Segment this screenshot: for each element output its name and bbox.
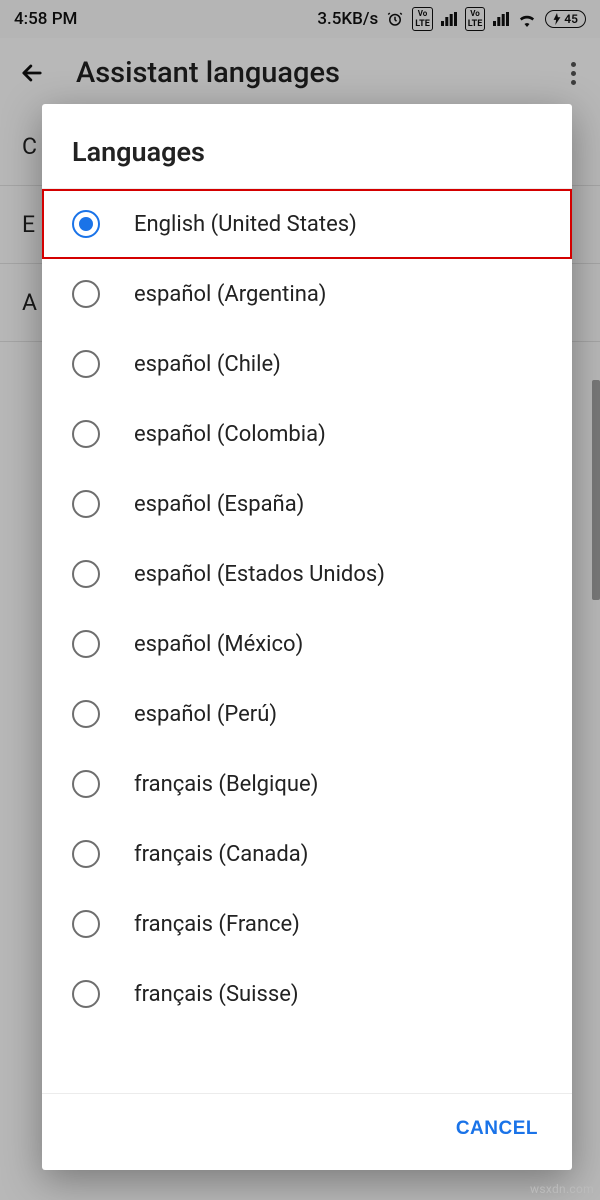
language-option-label: français (France): [134, 912, 300, 937]
language-option-label: español (Perú): [134, 702, 277, 727]
language-option-label: español (Colombia): [134, 422, 326, 447]
language-option[interactable]: español (Colombia): [42, 399, 572, 469]
language-option-label: español (Argentina): [134, 282, 326, 307]
language-option[interactable]: español (España): [42, 469, 572, 539]
watermark: wsxdn.com: [530, 1182, 594, 1196]
language-option-label: español (Estados Unidos): [134, 562, 385, 587]
radio-icon[interactable]: [72, 840, 100, 868]
language-option-label: français (Belgique): [134, 772, 318, 797]
language-option-label: English (United States): [134, 212, 357, 237]
language-option-label: français (Canada): [134, 842, 308, 867]
language-list[interactable]: English (United States) español (Argentin…: [42, 189, 572, 1093]
language-option[interactable]: español (Argentina): [42, 259, 572, 329]
language-option[interactable]: español (Estados Unidos): [42, 539, 572, 609]
language-option[interactable]: español (Perú): [42, 679, 572, 749]
radio-icon[interactable]: [72, 350, 100, 378]
radio-icon[interactable]: [72, 910, 100, 938]
language-option[interactable]: français (France): [42, 889, 572, 959]
radio-icon[interactable]: [72, 700, 100, 728]
language-option[interactable]: français (Suisse): [42, 959, 572, 1029]
radio-icon[interactable]: [72, 770, 100, 798]
scrollbar-thumb[interactable]: [592, 380, 600, 600]
language-option[interactable]: français (Canada): [42, 819, 572, 889]
radio-icon[interactable]: [72, 560, 100, 588]
languages-dialog: Languages English (United States) español…: [42, 104, 572, 1170]
language-option-label: español (México): [134, 632, 303, 657]
language-option-label: español (España): [134, 492, 304, 517]
language-option-label: français (Suisse): [134, 982, 299, 1007]
radio-icon[interactable]: [72, 210, 100, 238]
language-option[interactable]: español (México): [42, 609, 572, 679]
cancel-button[interactable]: CANCEL: [450, 1110, 544, 1148]
language-option[interactable]: français (Belgique): [42, 749, 572, 819]
dialog-footer: CANCEL: [42, 1094, 572, 1170]
radio-icon[interactable]: [72, 980, 100, 1008]
radio-icon[interactable]: [72, 490, 100, 518]
radio-icon[interactable]: [72, 420, 100, 448]
dialog-title: Languages: [42, 104, 572, 188]
language-option-label: español (Chile): [134, 352, 281, 377]
language-option[interactable]: español (Chile): [42, 329, 572, 399]
language-option[interactable]: English (United States): [42, 189, 572, 259]
radio-icon[interactable]: [72, 280, 100, 308]
radio-icon[interactable]: [72, 630, 100, 658]
